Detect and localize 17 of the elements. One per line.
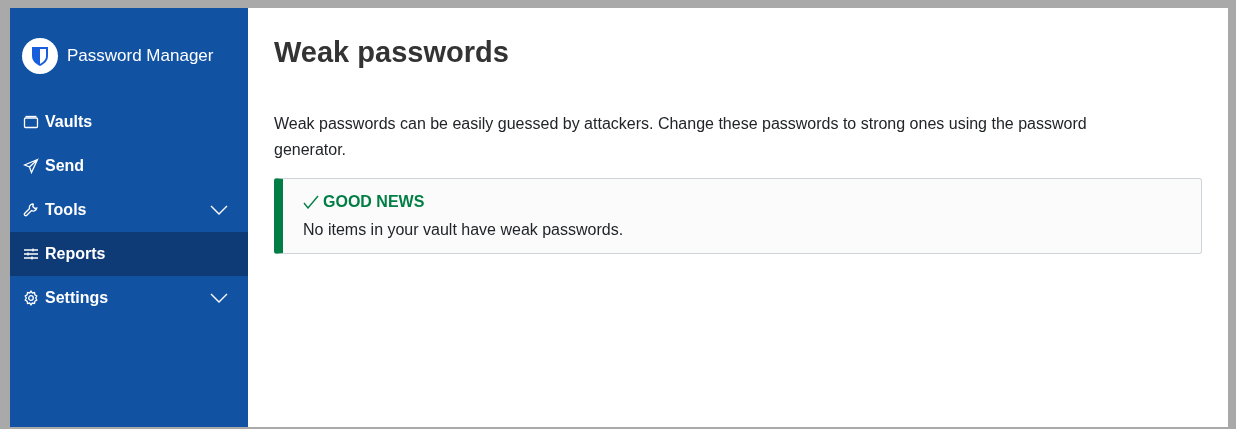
shield-logo-icon (22, 38, 58, 74)
gear-icon (23, 290, 39, 306)
product-name: Password Manager (67, 46, 214, 66)
nav-item[interactable]: Settings (10, 276, 248, 320)
wrench-icon (23, 202, 39, 218)
sliders-icon (23, 246, 39, 262)
check-icon (303, 195, 319, 210)
nav-item[interactable]: Vaults (10, 100, 248, 144)
page-title: Weak passwords (274, 36, 510, 69)
nav-item[interactable]: Tools (10, 188, 248, 232)
callout-message: No items in your vault have weak passwords. (303, 221, 625, 240)
callout-title: GOOD NEWS (323, 193, 425, 212)
vault-icon (23, 114, 39, 130)
nav-item[interactable]: Send (10, 144, 248, 188)
paper-plane-icon (23, 158, 39, 174)
page-description: Weak passwords can be easily guessed by attackers. Change these passwords to strong ones using the password generator. (274, 114, 1088, 160)
nav-item[interactable]: Reports (10, 232, 248, 276)
